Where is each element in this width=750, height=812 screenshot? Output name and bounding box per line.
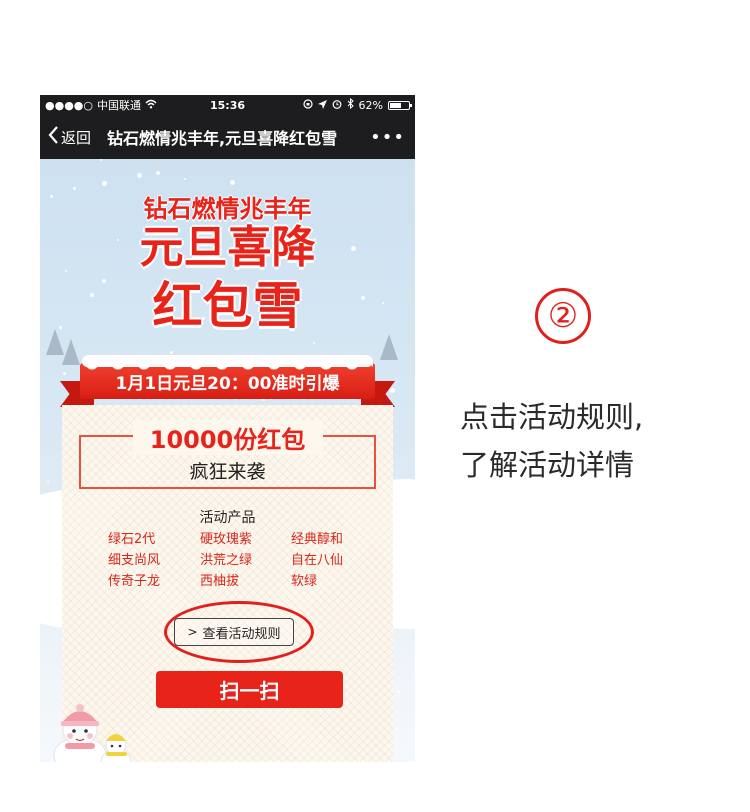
battery-percent: 62%	[358, 98, 383, 112]
prize-subtitle: 疯狂来袭	[189, 461, 266, 483]
wifi-icon	[145, 99, 157, 112]
back-button[interactable]: 返回	[40, 126, 91, 148]
step-instructions: 点击活动规则, 了解活动详情	[460, 393, 643, 489]
chevron-left-icon	[48, 126, 59, 148]
phone-screen: ●●●●○ 中国联通 15:36 62% 返回 钻石燃情兆丰年,元旦喜降红包雪 …	[40, 95, 415, 762]
battery-fill	[390, 102, 401, 108]
snowflake	[102, 181, 107, 186]
snowflake	[137, 173, 142, 178]
more-menu-icon[interactable]: •••	[370, 127, 405, 148]
location-icon	[317, 99, 327, 112]
activity-page: 钻石燃情兆丰年 元旦喜降 红包雪 1月1日元旦20：00准时引爆 10000份红…	[40, 159, 415, 762]
prize-amount: 10000份红包	[132, 420, 323, 455]
step-number-badge: ②	[535, 288, 591, 344]
snowflake	[313, 342, 315, 344]
snowflake	[170, 351, 173, 354]
prize-box: 10000份红包 疯狂来袭	[79, 420, 376, 489]
scan-button[interactable]: 扫一扫	[156, 671, 343, 708]
step-instruction-line2: 了解活动详情	[460, 448, 635, 482]
nav-bar: 返回 钻石燃情兆丰年,元旦喜降红包雪 •••	[40, 115, 415, 159]
product-list: 绿石2代 硬玫瑰紫 经典醇和 细支尚风 洪荒之绿 自在八仙 传奇子龙 西柚拔 软…	[108, 531, 368, 590]
snowman-illustration	[48, 703, 138, 762]
status-bar: ●●●●○ 中国联通 15:36 62%	[40, 95, 415, 115]
product-item: 细支尚风	[108, 553, 161, 568]
snowflake	[230, 180, 235, 185]
snowflake	[397, 690, 400, 693]
products-title: 活动产品	[199, 510, 256, 526]
snowflake	[156, 171, 160, 175]
headline-line1: 钻石燃情兆丰年	[143, 195, 312, 223]
product-item: 绿石2代	[108, 532, 156, 547]
snowflake	[47, 481, 49, 483]
signal-strength: ●●●●○	[45, 98, 93, 112]
product-item: 洪荒之绿	[200, 553, 253, 568]
step-instruction-line1: 点击活动规则,	[460, 400, 644, 434]
product-item: 软绿	[291, 574, 318, 589]
product-item: 传奇子龙	[108, 574, 161, 589]
back-label: 返回	[61, 128, 92, 147]
headline-line2: 元旦喜降	[139, 222, 316, 273]
snowflake	[50, 519, 53, 522]
snowflake	[100, 159, 102, 161]
product-item: 经典醇和	[291, 532, 344, 547]
ribbon-snow-cap	[82, 355, 373, 371]
highlight-circle	[164, 601, 314, 663]
battery-icon	[388, 100, 412, 110]
page-title: 钻石燃情兆丰年,元旦喜降红包雪	[107, 129, 338, 148]
headline-line3: 红包雪	[152, 277, 303, 335]
product-item: 自在八仙	[291, 553, 344, 568]
product-item: 西柚拔	[200, 574, 240, 589]
snowflake	[184, 178, 186, 180]
product-item: 硬玫瑰紫	[200, 532, 253, 547]
alarm-icon	[332, 99, 342, 112]
bluetooth-icon	[347, 97, 354, 112]
carrier-name: 中国联通	[97, 99, 141, 112]
rotation-lock-icon	[302, 98, 313, 112]
